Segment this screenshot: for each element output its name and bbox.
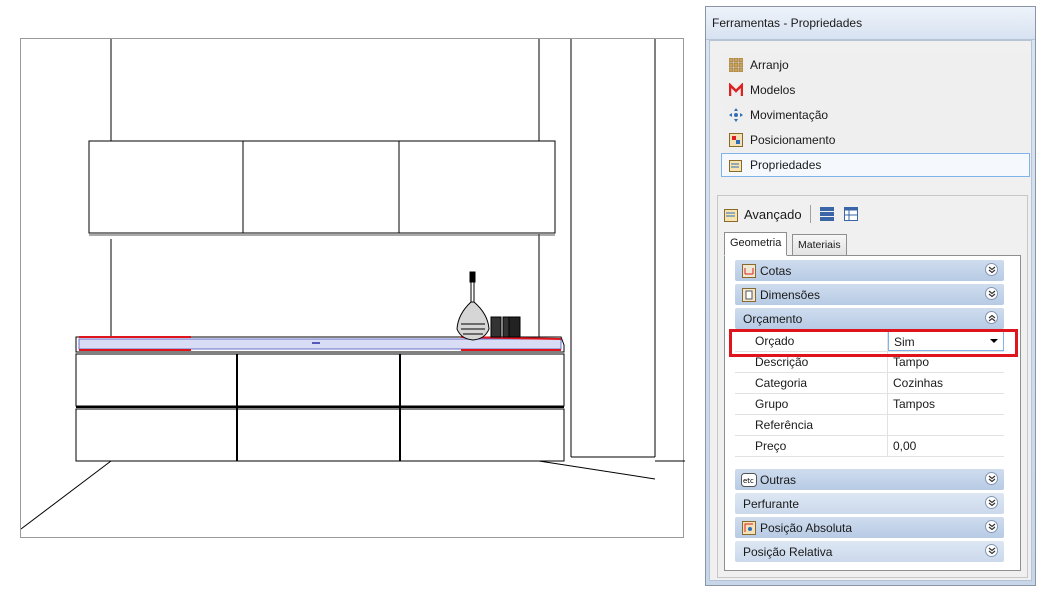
grid-icon	[728, 57, 744, 73]
svg-text:etc: etc	[743, 477, 754, 485]
category-label: Dimensões	[760, 287, 821, 302]
category-dimensoes[interactable]: Dimensões	[735, 284, 1004, 305]
nav-item-posicionamento[interactable]: Posicionamento	[721, 128, 1030, 152]
nav-label: Arranjo	[750, 58, 789, 72]
models-m-icon	[728, 82, 744, 98]
category-perfurante[interactable]: Perfurante	[735, 493, 1004, 514]
category-outras[interactable]: etc Outras	[735, 469, 1004, 490]
base-drawer-5	[236, 408, 401, 462]
nav-item-arranjo[interactable]: Arranjo	[721, 53, 1030, 77]
property-value[interactable]: Tampos	[888, 394, 1004, 414]
sizes-icon	[741, 287, 757, 303]
countertop-selected-face	[78, 338, 562, 350]
category-label: Posição Absoluta	[760, 520, 853, 535]
etc-icon: etc	[741, 472, 757, 488]
positioning-icon	[728, 132, 744, 148]
property-name: Referência	[735, 415, 888, 435]
property-row-orcado[interactable]: Orçado Sim	[735, 331, 1004, 352]
property-row-referencia[interactable]: Referência	[735, 415, 1004, 436]
nav-item-modelos[interactable]: Modelos	[721, 78, 1030, 102]
nav-label: Modelos	[750, 83, 796, 97]
wall-cabinet-3	[398, 140, 556, 234]
absolute-position-icon	[741, 520, 757, 536]
properties-icon[interactable]	[724, 206, 740, 222]
category-label: Posição Relativa	[743, 544, 833, 559]
property-value[interactable]: 0,00	[888, 436, 1004, 456]
properties-icon	[728, 157, 744, 173]
base-drawer-3	[399, 353, 565, 407]
decanter	[456, 271, 490, 341]
move-arrows-icon	[728, 107, 744, 123]
property-row-categoria[interactable]: Categoria Cozinhas	[735, 373, 1004, 394]
property-grid: Cotas Dimensões Orçamento Orçado Sim Des…	[716, 253, 1013, 569]
nav-label: Propriedades	[750, 158, 822, 172]
dimensions-icon	[741, 263, 757, 279]
table-view-icon[interactable]	[843, 206, 859, 222]
nav-label: Posicionamento	[750, 133, 836, 147]
chevron-up-icon[interactable]	[985, 311, 998, 324]
property-row-descricao[interactable]: Descrição Tampo	[735, 352, 1004, 373]
toolbar-separator	[809, 205, 811, 223]
advanced-toolbar: Avançado	[724, 202, 859, 226]
category-orcamento[interactable]: Orçamento	[735, 308, 1004, 329]
nav-label: Movimentação	[750, 108, 829, 122]
category-label: Cotas	[760, 263, 792, 278]
nav-item-propriedades[interactable]: Propriedades	[721, 153, 1030, 177]
glass-1	[490, 316, 502, 338]
base-drawer-4	[75, 408, 238, 462]
property-name: Orçado	[735, 331, 888, 351]
orcado-dropdown[interactable]: Sim	[888, 331, 1004, 351]
wall-cabinet-1	[88, 140, 244, 234]
property-name: Grupo	[735, 394, 888, 414]
category-label: Perfurante	[743, 496, 800, 511]
property-name: Descrição	[735, 352, 888, 372]
chevron-down-icon[interactable]	[985, 496, 998, 509]
chevron-down-icon[interactable]	[985, 263, 998, 276]
floor-line-left	[21, 460, 112, 530]
property-name: Preço	[735, 436, 888, 456]
chevron-down-icon[interactable]	[985, 472, 998, 485]
base-drawer-6	[399, 408, 565, 462]
category-posicao-absoluta[interactable]: Posição Absoluta	[735, 517, 1004, 538]
advanced-label[interactable]: Avançado	[744, 207, 802, 222]
tab-geometria[interactable]: Geometria	[724, 232, 788, 256]
property-value[interactable]: Tampo	[888, 352, 1004, 372]
property-value[interactable]	[888, 415, 1004, 435]
chevron-down-icon[interactable]	[985, 544, 998, 557]
property-name: Categoria	[735, 373, 888, 393]
category-cotas[interactable]: Cotas	[735, 260, 1004, 281]
panel-title: Ferramentas - Propriedades	[706, 7, 1035, 40]
chevron-down-icon[interactable]	[985, 520, 998, 533]
dropdown-arrow-icon[interactable]	[990, 339, 998, 343]
glass-3	[508, 316, 521, 338]
wall-cabinet-2	[242, 140, 400, 234]
category-label: Orçamento	[743, 311, 803, 326]
nav-item-movimentacao[interactable]: Movimentação	[721, 103, 1030, 127]
category-posicao-relativa[interactable]: Posição Relativa	[735, 541, 1004, 562]
3d-viewport[interactable]	[20, 38, 685, 538]
chevron-down-icon[interactable]	[985, 287, 998, 300]
floor-line-right	[538, 460, 656, 480]
categorized-view-icon[interactable]	[819, 206, 835, 222]
base-drawer-1	[75, 353, 238, 407]
base-drawer-2	[236, 353, 401, 407]
property-row-grupo[interactable]: Grupo Tampos	[735, 394, 1004, 415]
category-label: Outras	[760, 472, 797, 487]
property-row-preco[interactable]: Preço 0,00	[735, 436, 1004, 457]
property-value[interactable]: Cozinhas	[888, 373, 1004, 393]
kitchen-scene	[21, 39, 685, 530]
